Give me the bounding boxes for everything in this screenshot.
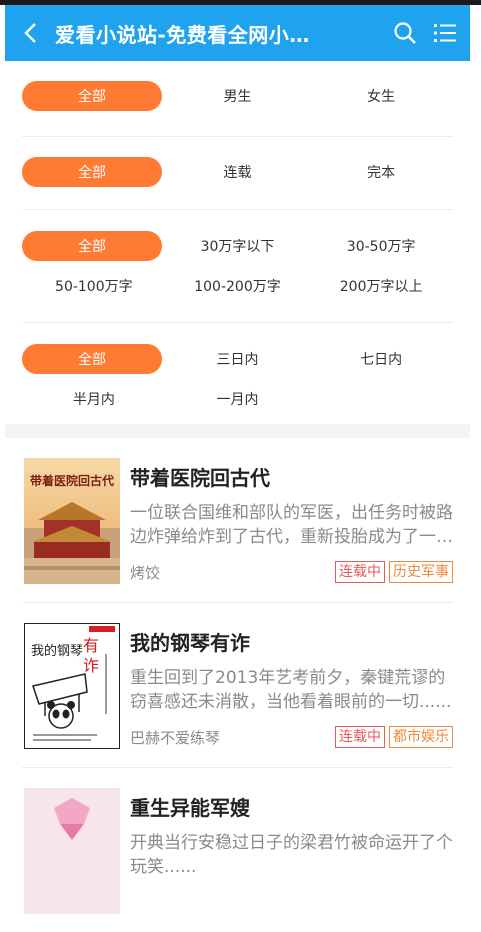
filter-length-100-200w[interactable]: 100-200万字	[166, 266, 310, 306]
filter-status-complete[interactable]: 完本	[309, 152, 453, 192]
book-title[interactable]: 带着医院回古代	[130, 462, 453, 491]
search-icon	[394, 22, 416, 44]
book-description: 一位联合国维和部队的军医，出任务时被路边炸弹给炸到了古代，重新投胎成为了一个..…	[130, 503, 453, 547]
book-tags: 连载中 历史军事	[335, 561, 453, 583]
filter-update-3days[interactable]: 三日内	[166, 339, 310, 379]
filter-update-all[interactable]: 全部	[22, 339, 166, 379]
filter-length-all[interactable]: 全部	[22, 226, 166, 266]
book-description: 重生回到了2013年艺考前夕，秦键荒谬的窃喜感还未消散，当他看着眼前的一切...…	[130, 668, 452, 712]
section-divider	[5, 424, 470, 438]
filter-update-7days[interactable]: 七日内	[309, 339, 453, 379]
status-badge: 连载中	[335, 726, 385, 748]
filter-update-half-month[interactable]: 半月内	[22, 379, 166, 419]
filter-gender-male[interactable]: 男生	[166, 76, 310, 116]
book-author[interactable]: 巴赫不爱练琴	[130, 727, 220, 748]
chevron-left-icon	[24, 23, 36, 43]
filter-gender-all[interactable]: 全部	[22, 76, 166, 116]
category-badge: 历史军事	[389, 561, 453, 583]
book-cover[interactable]: 我的钢琴 有诈	[24, 623, 120, 749]
filter-length-over-200w[interactable]: 200万字以上	[309, 266, 453, 306]
filter-gender-female[interactable]: 女生	[309, 76, 453, 116]
book-title[interactable]: 我的钢琴有诈	[130, 627, 453, 656]
menu-button[interactable]	[425, 5, 465, 61]
cover-title: 带着医院回古代	[29, 474, 114, 488]
list-menu-icon	[434, 24, 456, 42]
cover-title: 有诈	[83, 636, 100, 675]
filter-length-30-50w[interactable]: 30-50万字	[309, 226, 453, 266]
gem-cover-image	[54, 798, 90, 840]
filter-row-update: 全部 三日内 七日内 半月内 一月内	[22, 323, 453, 433]
book-tags: 连载中 都市娱乐	[335, 726, 453, 748]
book-item[interactable]: 我的钢琴 有诈 我的钢琴有诈 重生回到了2013年艺考前夕，秦键荒谬的窃喜感还未…	[22, 603, 453, 768]
book-info: 我的钢琴有诈 重生回到了2013年艺考前夕，秦键荒谬的窃喜感还未消散，当他看着眼…	[130, 623, 453, 749]
top-bar: 爱看小说站-免费看全网小说网	[5, 5, 470, 61]
category-badge: 都市娱乐	[389, 726, 453, 748]
cover-title: 我的钢琴	[31, 644, 84, 659]
book-list: 带着医院回古代 带着医院回古代 一位联合国维和部队的军医，出任务时被路边炸弹给炸…	[22, 438, 453, 932]
back-button[interactable]	[5, 5, 55, 61]
book-cover[interactable]	[24, 788, 120, 914]
filter-length-under-30w[interactable]: 30万字以下	[166, 226, 310, 266]
search-button[interactable]	[385, 5, 425, 61]
book-meta: 烤饺 连载中 历史军事	[130, 561, 453, 583]
book-title[interactable]: 重生异能军嫂	[130, 792, 453, 821]
filter-row-status: 全部 连载 完本	[22, 137, 453, 210]
filter-row-gender: 全部 男生 女生	[22, 61, 453, 137]
book-description: 开典当行安稳过日子的梁君竹被命运开了个玩笑......	[130, 833, 453, 877]
status-badge: 连载中	[335, 561, 385, 583]
book-author[interactable]: 烤饺	[130, 562, 160, 583]
filter-panel: 全部 男生 女生 全部 连载 完本 全部 30万字以下 30-50万字 50-1…	[22, 61, 453, 433]
filter-update-month[interactable]: 一月内	[166, 379, 310, 419]
book-info: 重生异能军嫂 开典当行安稳过日子的梁君竹被命运开了个玩笑......	[130, 788, 453, 914]
filter-status-all[interactable]: 全部	[22, 152, 166, 192]
book-item[interactable]: 重生异能军嫂 开典当行安稳过日子的梁君竹被命运开了个玩笑......	[22, 768, 453, 932]
filter-row-length: 全部 30万字以下 30-50万字 50-100万字 100-200万字 200…	[22, 210, 453, 323]
book-meta: 巴赫不爱练琴 连载中 都市娱乐	[130, 726, 453, 748]
page-title: 爱看小说站-免费看全网小说网	[55, 22, 325, 47]
filter-length-50-100w[interactable]: 50-100万字	[22, 266, 166, 306]
filter-status-serial[interactable]: 连载	[166, 152, 310, 192]
book-info: 带着医院回古代 一位联合国维和部队的军医，出任务时被路边炸弹给炸到了古代，重新投…	[130, 458, 453, 584]
book-cover[interactable]: 带着医院回古代	[24, 458, 120, 584]
book-item[interactable]: 带着医院回古代 带着医院回古代 一位联合国维和部队的军医，出任务时被路边炸弹给炸…	[22, 438, 453, 603]
